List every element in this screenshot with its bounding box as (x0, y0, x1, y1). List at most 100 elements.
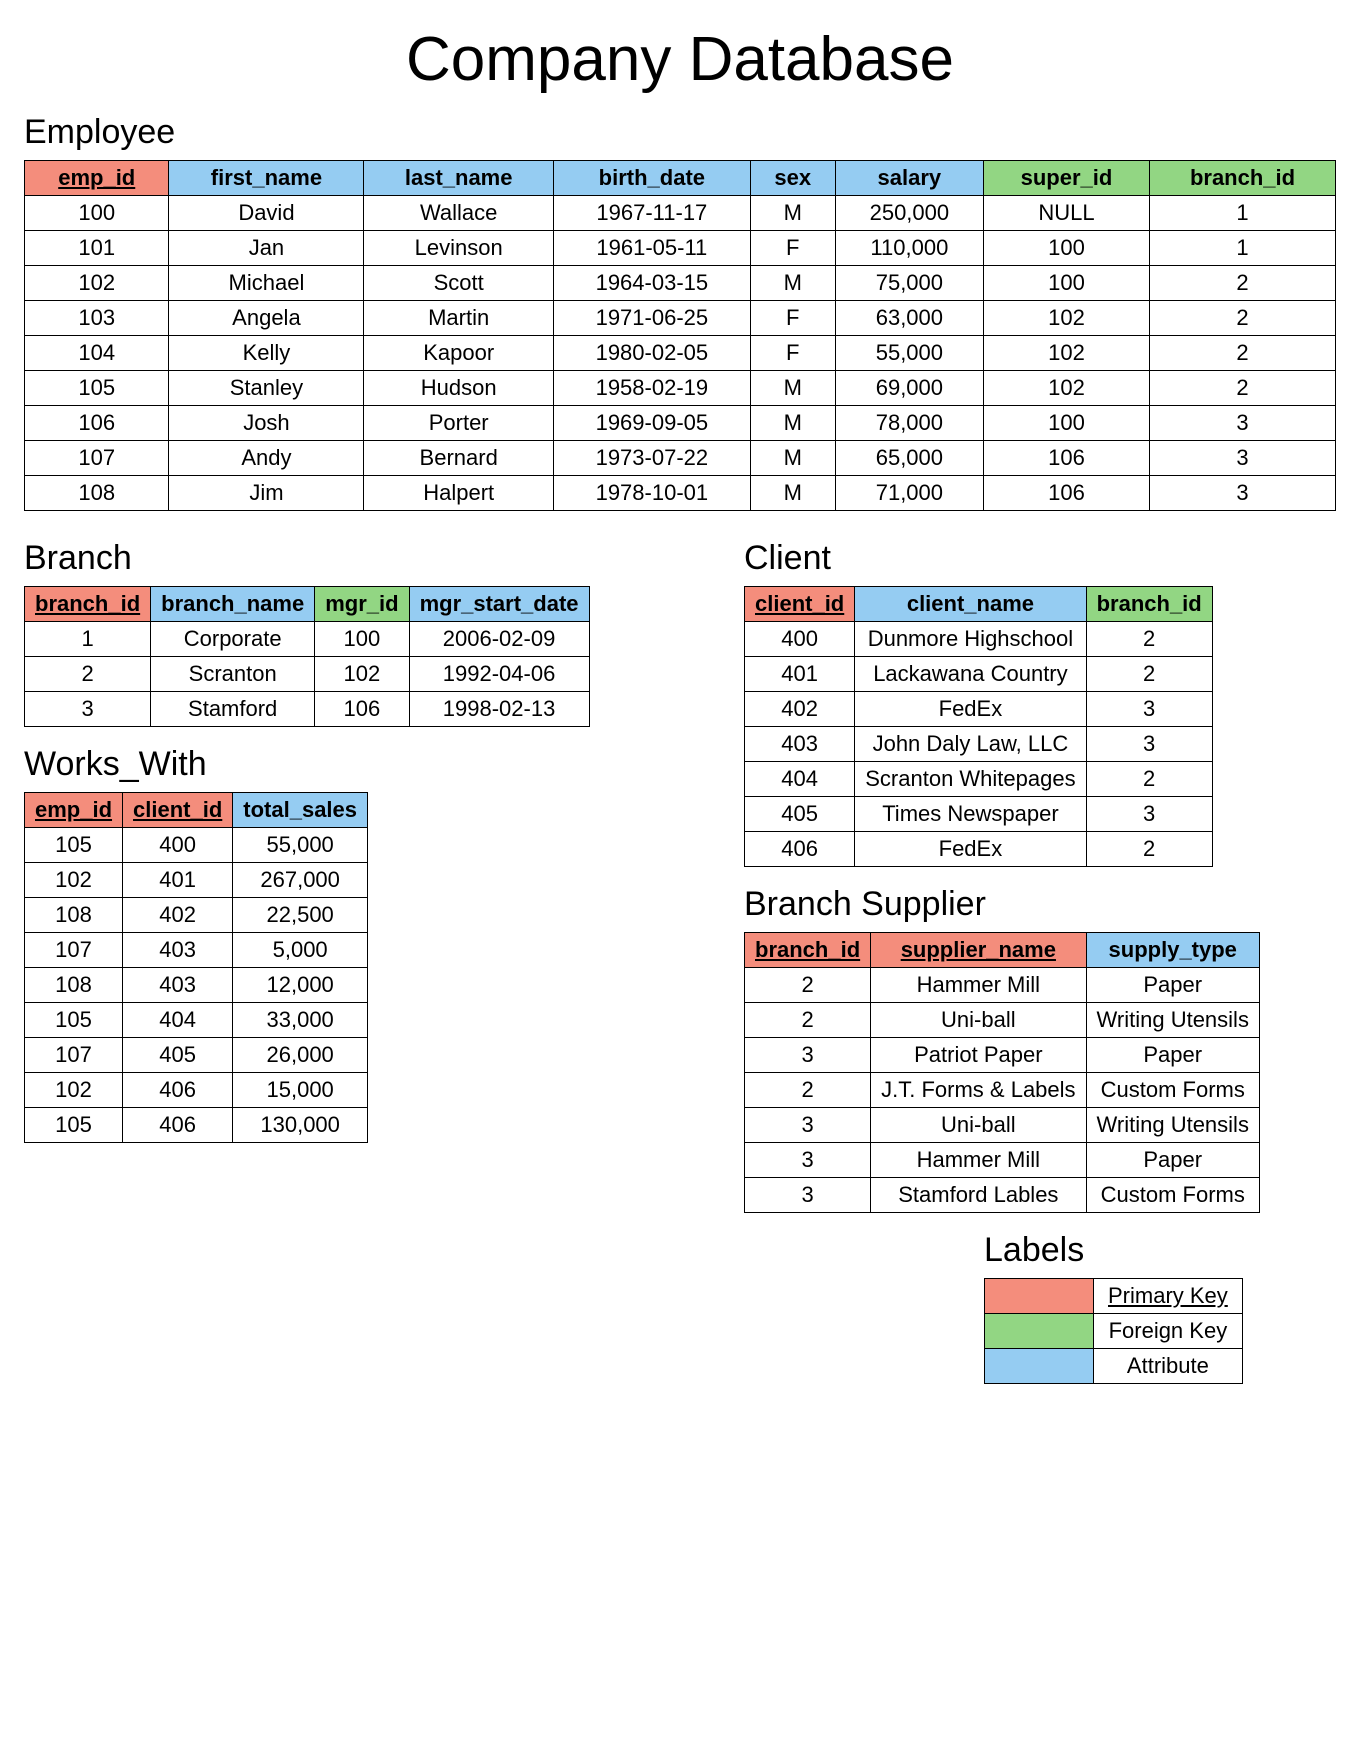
table-cell: 1 (1150, 196, 1336, 231)
table-cell: Jan (169, 231, 364, 266)
table-cell: 105 (25, 1108, 123, 1143)
table-cell: Stamford (151, 692, 315, 727)
table-cell: Custom Forms (1086, 1073, 1259, 1108)
table-cell: 102 (983, 371, 1149, 406)
table-cell: 2 (1086, 622, 1212, 657)
table-cell: 1964-03-15 (553, 266, 750, 301)
table-cell: 3 (1086, 727, 1212, 762)
table-cell: F (750, 301, 835, 336)
employee-heading: Employee (24, 113, 1336, 152)
legend-heading: Labels (984, 1231, 1260, 1270)
table-row: 3Stamford LablesCustom Forms (745, 1178, 1260, 1213)
table-cell: 55,000 (233, 828, 368, 863)
column-header: last_name (364, 161, 554, 196)
table-cell: Scranton Whitepages (855, 762, 1086, 797)
table-cell: 2 (1150, 336, 1336, 371)
table-cell: 2 (745, 968, 871, 1003)
table-cell: 75,000 (835, 266, 983, 301)
column-header: branch_id (1150, 161, 1336, 196)
table-cell: 1973-07-22 (553, 441, 750, 476)
table-row: 103AngelaMartin1971-06-25F63,0001022 (25, 301, 1336, 336)
table-cell: 2 (1150, 301, 1336, 336)
table-cell: Wallace (364, 196, 554, 231)
table-cell: 267,000 (233, 863, 368, 898)
table-cell: John Daly Law, LLC (855, 727, 1086, 762)
table-cell: 1961-05-11 (553, 231, 750, 266)
table-row: 108JimHalpert1978-10-01M71,0001063 (25, 476, 1336, 511)
table-cell: 100 (983, 406, 1149, 441)
table-row: 3Hammer MillPaper (745, 1143, 1260, 1178)
table-cell: Martin (364, 301, 554, 336)
table-cell: 3 (1086, 797, 1212, 832)
table-cell: M (750, 476, 835, 511)
table-row: 403John Daly Law, LLC3 (745, 727, 1213, 762)
table-cell: Porter (364, 406, 554, 441)
table-cell: 3 (745, 1108, 871, 1143)
table-cell: 1958-02-19 (553, 371, 750, 406)
branch-heading: Branch (24, 539, 644, 578)
table-cell: Levinson (364, 231, 554, 266)
table-cell: Times Newspaper (855, 797, 1086, 832)
table-row: 102MichaelScott1964-03-15M75,0001002 (25, 266, 1336, 301)
table-cell: 102 (25, 266, 169, 301)
table-row: 2Scranton1021992-04-06 (25, 657, 590, 692)
table-cell: F (750, 336, 835, 371)
table-row: 10840312,000 (25, 968, 368, 1003)
table-cell: 404 (745, 762, 855, 797)
table-cell: Hudson (364, 371, 554, 406)
table-cell: 3 (1150, 441, 1336, 476)
table-cell: 405 (123, 1038, 233, 1073)
table-cell: Kapoor (364, 336, 554, 371)
table-cell: 65,000 (835, 441, 983, 476)
table-cell: 105 (25, 371, 169, 406)
table-row: 401Lackawana Country2 (745, 657, 1213, 692)
table-row: 100DavidWallace1967-11-17M250,000NULL1 (25, 196, 1336, 231)
table-cell: 2 (1086, 762, 1212, 797)
works-with-heading: Works_With (24, 745, 644, 784)
table-cell: Angela (169, 301, 364, 336)
table-cell: 1980-02-05 (553, 336, 750, 371)
table-row: 3Stamford1061998-02-13 (25, 692, 590, 727)
table-row: 3Patriot PaperPaper (745, 1038, 1260, 1073)
table-cell: David (169, 196, 364, 231)
column-header: branch_name (151, 587, 315, 622)
table-cell: 403 (745, 727, 855, 762)
table-cell: 401 (745, 657, 855, 692)
table-cell: F (750, 231, 835, 266)
branch-supplier-table: branch_idsupplier_namesupply_type2Hammer… (744, 932, 1260, 1213)
table-cell: 3 (745, 1038, 871, 1073)
table-row: 10540433,000 (25, 1003, 368, 1038)
table-cell: 405 (745, 797, 855, 832)
table-cell: 110,000 (835, 231, 983, 266)
table-cell: 107 (25, 1038, 123, 1073)
table-cell: 2006-02-09 (409, 622, 589, 657)
legend-label: Primary Key (1094, 1279, 1243, 1314)
table-row: 105StanleyHudson1958-02-19M69,0001022 (25, 371, 1336, 406)
table-row: 105406130,000 (25, 1108, 368, 1143)
table-cell: 15,000 (233, 1073, 368, 1108)
column-header: salary (835, 161, 983, 196)
table-cell: Josh (169, 406, 364, 441)
table-row: 3Uni-ballWriting Utensils (745, 1108, 1260, 1143)
table-cell: 108 (25, 968, 123, 1003)
column-header: mgr_id (315, 587, 409, 622)
table-cell: 2 (1150, 371, 1336, 406)
table-cell: Scranton (151, 657, 315, 692)
table-cell: 105 (25, 828, 123, 863)
table-cell: 1971-06-25 (553, 301, 750, 336)
table-cell: 5,000 (233, 933, 368, 968)
column-header: branch_id (745, 933, 871, 968)
table-cell: FedEx (855, 832, 1086, 867)
table-cell: Paper (1086, 1143, 1259, 1178)
table-cell: M (750, 441, 835, 476)
table-cell: 2 (745, 1003, 871, 1038)
table-row: 405Times Newspaper3 (745, 797, 1213, 832)
table-cell: 78,000 (835, 406, 983, 441)
table-cell: Michael (169, 266, 364, 301)
table-cell: 403 (123, 933, 233, 968)
table-cell: Corporate (151, 622, 315, 657)
column-header: super_id (983, 161, 1149, 196)
table-cell: Andy (169, 441, 364, 476)
column-header: total_sales (233, 793, 368, 828)
table-cell: 106 (315, 692, 409, 727)
